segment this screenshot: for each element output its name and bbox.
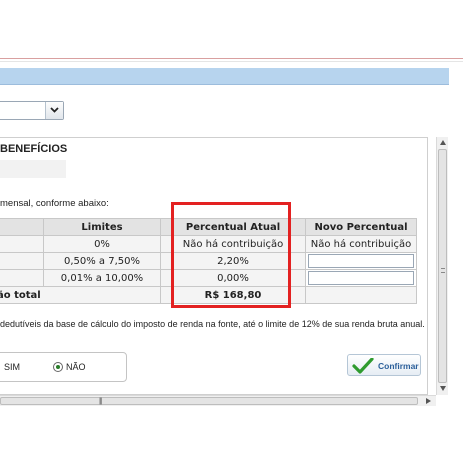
column-header-limits: Limites <box>43 218 161 236</box>
scroll-up-arrow-icon[interactable] <box>440 140 446 145</box>
option-nao-label[interactable]: NÃO <box>66 362 86 372</box>
new-percent-input[interactable] <box>308 271 414 285</box>
confirm-button[interactable]: Confirmar <box>347 354 421 376</box>
limits-cell: 0% <box>43 235 161 253</box>
scroll-right-arrow-icon[interactable] <box>426 398 431 404</box>
limits-cell: 0,01% a 10,00% <box>43 269 161 287</box>
new-percent-cell: Não há contribuição <box>305 235 417 253</box>
limits-cell: 0,50% a 7,50% <box>43 252 161 270</box>
scroll-grip-icon <box>441 268 445 273</box>
top-divider <box>0 58 463 59</box>
horizontal-scroll-thumb[interactable]: ||| <box>0 397 418 405</box>
check-icon <box>352 358 374 374</box>
scroll-grip-icon: ||| <box>99 398 103 405</box>
option-nao-radio[interactable] <box>53 362 63 372</box>
new-percent-cell <box>305 269 417 287</box>
confirm-label: Confirmar <box>378 361 419 371</box>
intro-text: mensal, conforme abaixo: <box>0 198 109 209</box>
new-percent-cell <box>305 252 417 270</box>
vertical-scroll-thumb[interactable] <box>438 149 447 383</box>
total-label: ão total <box>0 286 161 304</box>
select-dropdown-button[interactable] <box>45 102 63 119</box>
placeholder-bar <box>0 160 66 178</box>
header-band <box>0 68 449 85</box>
plan-select[interactable] <box>0 101 64 120</box>
table-cell <box>0 235 44 253</box>
vertical-scrollbar[interactable] <box>436 137 448 395</box>
column-header <box>0 218 44 236</box>
top-divider-light <box>0 61 463 62</box>
column-header-new-percent: Novo Percentual <box>305 218 417 236</box>
table-cell <box>0 252 44 270</box>
section-title: BENEFÍCIOS <box>0 143 68 155</box>
option-sim-label[interactable]: SIM <box>4 362 20 372</box>
table-cell <box>0 269 44 287</box>
highlight-box <box>171 202 291 308</box>
horizontal-scrollbar[interactable]: ||| <box>0 395 436 406</box>
new-percent-input[interactable] <box>308 254 414 268</box>
tax-note: dedutíveis da base de cálculo do imposto… <box>0 319 425 329</box>
table-cell <box>305 286 417 304</box>
chevron-down-icon <box>50 107 59 113</box>
scroll-down-arrow-icon[interactable] <box>440 386 446 391</box>
top-bar <box>0 0 463 60</box>
